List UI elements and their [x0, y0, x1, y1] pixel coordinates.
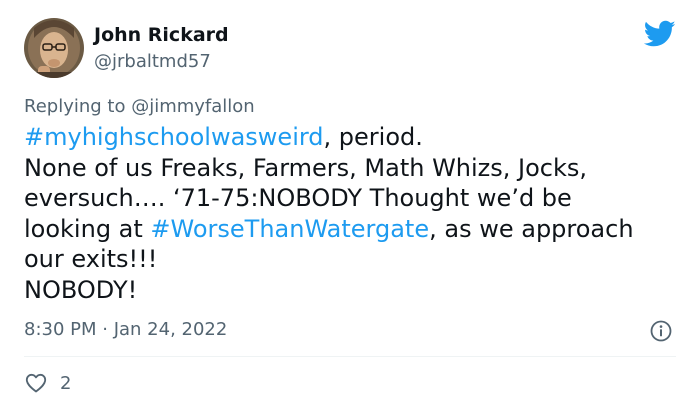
tweet-date: Jan 24, 2022 [113, 319, 228, 340]
author-handle[interactable]: @jrbaltmd57 [94, 50, 211, 74]
author-name[interactable]: John Rickard [94, 23, 229, 47]
tweet-text: #myhighschoolwasweird, period. None of u… [24, 122, 684, 305]
hashtag-link[interactable]: #myhighschoolwasweird [24, 123, 324, 151]
heart-icon[interactable] [24, 371, 48, 395]
info-icon[interactable] [649, 319, 673, 343]
tweet-line-5: our exits!!! [24, 245, 158, 273]
tweet-text-segment: looking at [24, 214, 151, 243]
like-count: 2 [60, 373, 72, 394]
avatar[interactable] [24, 18, 84, 78]
twitter-bird-icon[interactable] [643, 20, 676, 48]
tweet-line-6: NOBODY! [24, 275, 138, 304]
tweet-line-3: eversuch…. ‘71-75:NOBODY Thought we’d be [24, 184, 572, 212]
reply-mention-link[interactable]: @jimmyfallon [131, 96, 255, 117]
tweet-line-2: None of us Freaks, Farmers, Math Whizs, … [24, 153, 588, 182]
tweet-card: John Rickard @jrbaltmd57 Replying to @ji… [0, 0, 700, 410]
meta-separator: · [96, 319, 114, 340]
avatar-image [24, 18, 84, 78]
divider [24, 356, 676, 357]
tweet-timestamp[interactable]: 8:30 PM · Jan 24, 2022 [24, 318, 227, 342]
tweet-time: 8:30 PM [24, 319, 97, 340]
hashtag-link[interactable]: #WorseThanWatergate [150, 215, 429, 243]
tweet-text-segment: , period. [323, 123, 423, 151]
tweet-text-segment: , as we approach [429, 214, 634, 243]
tweet-line-4: looking at #WorseThanWatergate, as we ap… [24, 214, 684, 245]
replying-to: Replying to @jimmyfallon [24, 95, 255, 119]
replying-label: Replying to [24, 96, 132, 117]
tweet-line-1: #myhighschoolwasweird, period. [24, 122, 684, 153]
